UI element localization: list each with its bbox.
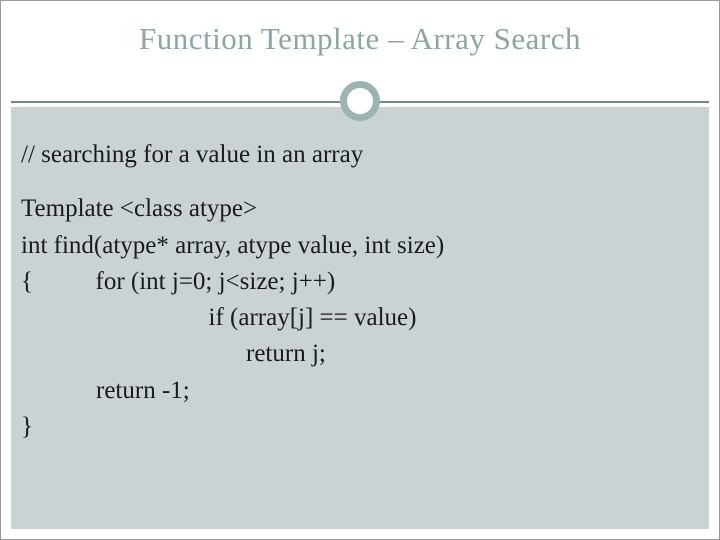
code-line: if (array[j] == value) [21, 300, 699, 336]
code-line: return -1; [21, 373, 699, 409]
comment-line: // searching for a value in an array [21, 137, 699, 173]
code-line: Template <class atype> [21, 191, 699, 227]
code-line: { for (int j=0; j<size; j++) [21, 264, 699, 300]
code-line: return j; [21, 336, 699, 372]
blank-line [21, 173, 699, 191]
title-area: Function Template – Array Search [1, 1, 719, 121]
slide: Function Template – Array Search // sear… [0, 0, 720, 540]
content-body: // searching for a value in an array Tem… [21, 137, 699, 445]
slide-title: Function Template – Array Search [41, 21, 679, 57]
code-line: } [21, 409, 699, 445]
code-line: int find(atype* array, atype value, int … [21, 228, 699, 264]
divider-ring-icon [340, 81, 380, 121]
